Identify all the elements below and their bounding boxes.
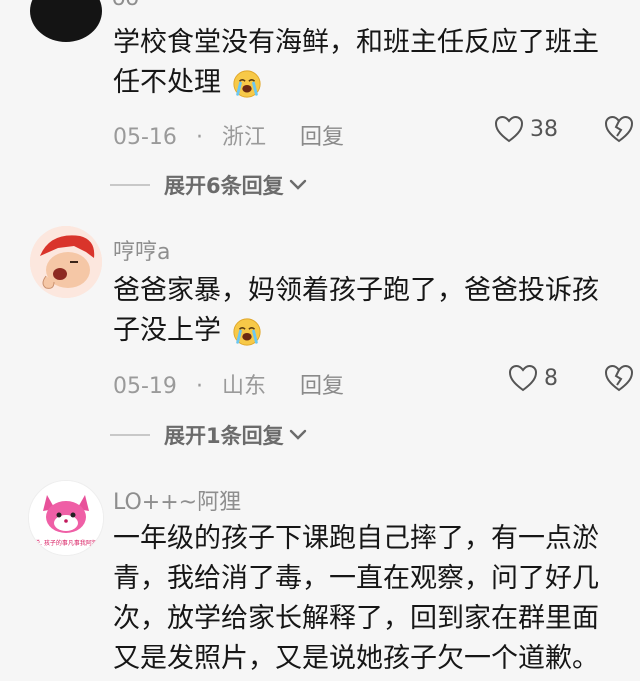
crying-face-emoji xyxy=(233,69,261,98)
comment-meta: 05-16 · 浙江 xyxy=(113,119,266,151)
fox-cartoon-icon: 说. 孩子的事凡事我阿狸 xyxy=(29,481,103,555)
username[interactable]: 哼哼a xyxy=(113,234,170,266)
comment-text-line: 子没上学 xyxy=(113,314,262,348)
expand-divider xyxy=(110,184,150,186)
comment-date: 05-16 xyxy=(113,125,177,150)
expand-replies-label: 展开1条回复 xyxy=(164,424,284,448)
like-button[interactable]: 8 xyxy=(508,364,558,392)
comment-text-line: 又是发照片，又是说她孩子欠一个道歉。 xyxy=(113,643,599,674)
broken-heart-icon xyxy=(604,115,634,143)
comment-text-line: 学校食堂没有海鲜，和班主任反应了班主 xyxy=(113,27,599,58)
comment-date: 05-19 xyxy=(113,374,177,399)
comment-region: 山东 xyxy=(221,374,266,399)
like-count: 8 xyxy=(544,365,558,391)
broken-heart-icon xyxy=(604,364,634,392)
chevron-down-icon xyxy=(289,429,306,440)
avatar[interactable]: 说. 孩子的事凡事我阿狸 xyxy=(28,480,104,556)
chevron-down-icon xyxy=(289,179,306,190)
comment-item: oo 学校食堂没有海鲜，和班主任反应了班主 任不处理 05-16 · 浙江 回复… xyxy=(0,0,640,210)
svg-text:说. 孩子的事凡事我阿狸: 说. 孩子的事凡事我阿狸 xyxy=(34,539,98,547)
comment-text-line: 爸爸家暴，妈领着孩子跑了，爸爸投诉孩 xyxy=(113,275,599,306)
expand-replies[interactable]: 展开1条回复 xyxy=(110,420,308,450)
reply-button[interactable]: 回复 xyxy=(300,368,344,400)
expand-replies[interactable]: 展开6条回复 xyxy=(110,170,308,200)
dislike-button[interactable] xyxy=(604,115,634,147)
expand-divider xyxy=(110,434,150,436)
crying-face-emoji xyxy=(233,317,261,346)
comment-region: 浙江 xyxy=(221,125,266,150)
comment-meta: 05-19 · 山东 xyxy=(113,368,266,400)
avatar[interactable] xyxy=(30,0,102,42)
comment-text-line: 次，放学给家长解释了，回到家在群里面 xyxy=(113,603,599,634)
reply-button[interactable]: 回复 xyxy=(300,119,344,151)
heart-icon xyxy=(494,115,524,143)
heart-icon xyxy=(508,364,538,392)
like-count: 38 xyxy=(530,116,558,142)
cartoon-face-icon xyxy=(30,226,102,298)
comment-item: 哼哼a 爸爸家暴，妈领着孩子跑了，爸爸投诉孩 子没上学 05-19 · 山东 回… xyxy=(0,218,640,448)
expand-replies-label: 展开6条回复 xyxy=(164,174,284,198)
comment-item: 说. 孩子的事凡事我阿狸 LO++~阿狸 一年级的孩子下课跑自己摔了，有一点淤 … xyxy=(0,470,640,681)
comment-text-line: 任不处理 xyxy=(113,66,262,100)
like-button[interactable]: 38 xyxy=(494,115,558,143)
comment-text-line: 一年级的孩子下课跑自己摔了，有一点淤 xyxy=(113,523,599,554)
username[interactable]: LO++~阿狸 xyxy=(113,484,241,516)
meta-separator: · xyxy=(195,125,203,150)
comment-text-line: 青，我给消了毒，一直在观察，问了好几 xyxy=(113,563,599,594)
username[interactable]: oo xyxy=(112,0,139,11)
dislike-button[interactable] xyxy=(604,364,634,396)
avatar[interactable] xyxy=(30,226,102,298)
meta-separator: · xyxy=(195,374,203,399)
